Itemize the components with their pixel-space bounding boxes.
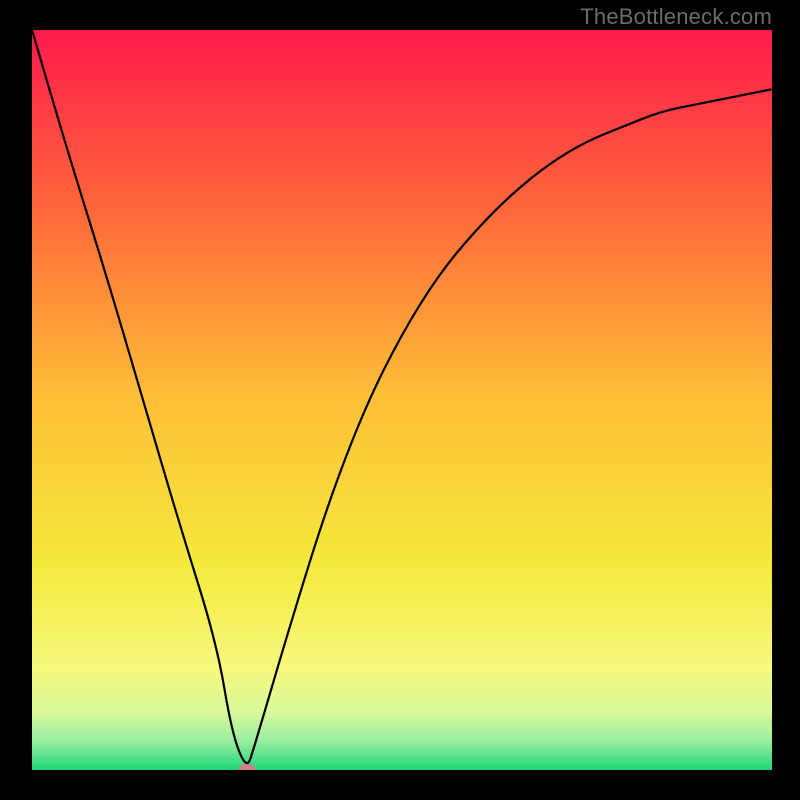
minimum-marker <box>238 764 256 770</box>
chart-frame: TheBottleneck.com <box>0 0 800 800</box>
plot-area <box>32 30 772 770</box>
bottleneck-curve <box>32 30 772 770</box>
watermark-label: TheBottleneck.com <box>580 4 772 30</box>
